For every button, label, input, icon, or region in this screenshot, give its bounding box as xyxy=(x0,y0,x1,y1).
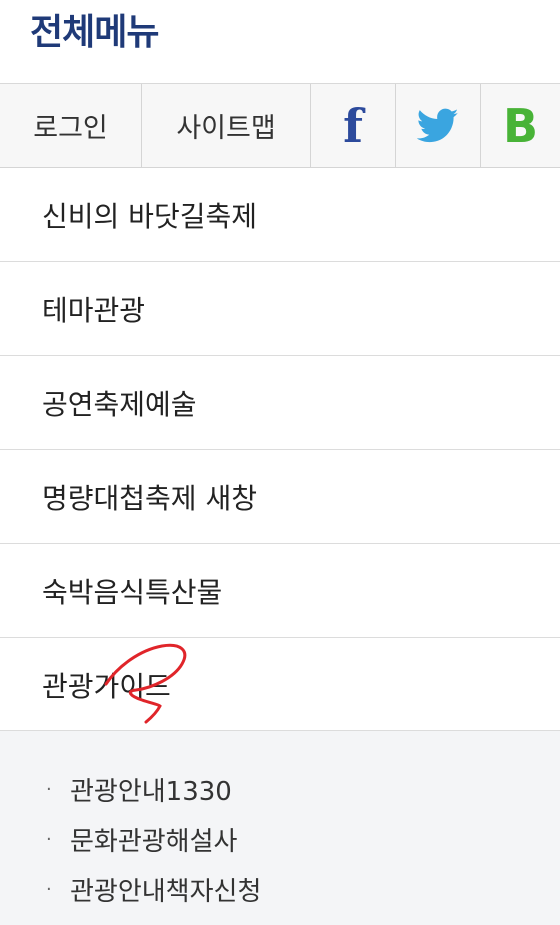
menu-item-label: 테마관광 xyxy=(42,293,146,327)
twitter-icon xyxy=(417,108,459,142)
main-menu-list: 신비의 바닷길축제 테마관광 공연축제예술 명량대첩축제 새창 숙박음식특산물 … xyxy=(0,168,560,732)
tour-guide-submenu: · 관광안내1330 · 문화관광해설사 · 관광안내책자신청 xyxy=(0,730,560,925)
submenu-item-label: 관광안내책자신청 xyxy=(70,876,262,907)
menu-item-label: 명량대첩축제 새창 xyxy=(42,481,257,515)
blog-share-button[interactable]: B xyxy=(481,84,560,167)
sitemap-button[interactable]: 사이트맵 xyxy=(142,84,311,167)
menu-item-label: 관광가이드 xyxy=(42,670,171,703)
menu-item-tour-guide[interactable]: 관광가이드 xyxy=(0,638,560,732)
menu-item-theme-tour[interactable]: 테마관광 xyxy=(0,262,560,356)
facebook-icon: f xyxy=(343,98,363,153)
utility-toolbar: 로그인 사이트맵 f B xyxy=(0,84,560,168)
bullet: · xyxy=(46,878,52,900)
blog-icon: B xyxy=(502,98,539,153)
submenu-item-1330[interactable]: · 관광안내1330 xyxy=(0,764,560,814)
menu-item-label: 숙박음식특산물 xyxy=(42,575,223,609)
login-button[interactable]: 로그인 xyxy=(0,84,142,167)
facebook-share-button[interactable]: f xyxy=(311,84,396,167)
submenu-item-commentator[interactable]: · 문화관광해설사 xyxy=(0,814,560,864)
submenu-item-label: 관광안내1330 xyxy=(70,776,232,807)
menu-item-myeongnyang[interactable]: 명량대첩축제 새창 xyxy=(0,450,560,544)
menu-item-lodging[interactable]: 숙박음식특산물 xyxy=(0,544,560,638)
bullet: · xyxy=(46,778,52,800)
bullet: · xyxy=(46,828,52,850)
submenu-item-brochure[interactable]: · 관광안내책자신청 xyxy=(0,864,560,914)
twitter-share-button[interactable] xyxy=(396,84,481,167)
menu-item-performance[interactable]: 공연축제예술 xyxy=(0,356,560,450)
menu-item-label: 공연축제예술 xyxy=(42,387,197,421)
menu-item-label: 신비의 바닷길축제 xyxy=(42,199,257,233)
submenu-item-label: 문화관광해설사 xyxy=(70,826,238,857)
menu-header: 전체메뉴 xyxy=(0,0,560,84)
menu-item-festival[interactable]: 신비의 바닷길축제 xyxy=(0,168,560,262)
page-title: 전체메뉴 xyxy=(30,12,159,53)
